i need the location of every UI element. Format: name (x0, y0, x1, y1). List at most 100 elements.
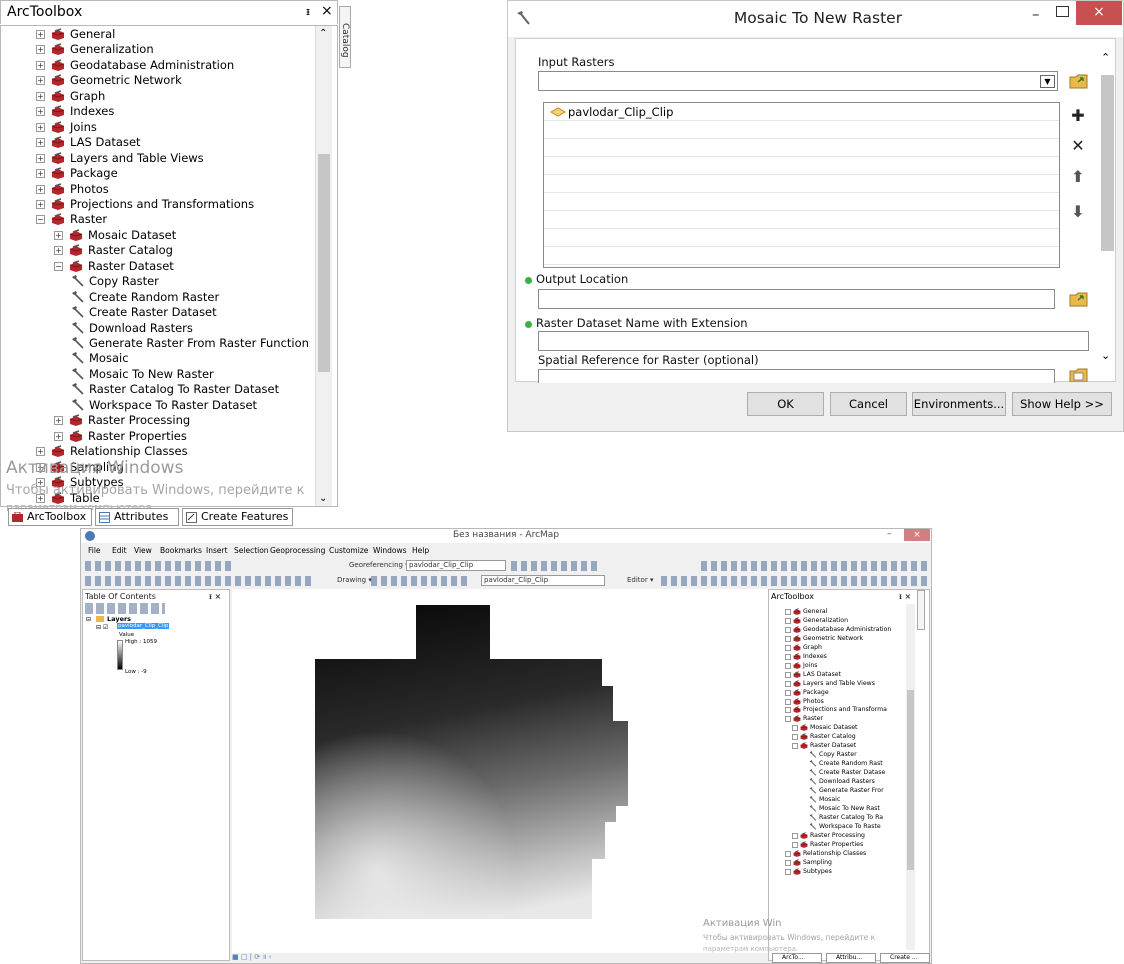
arcmap-toolbox-item[interactable]: Generate Raster Fror (769, 787, 904, 795)
scroll-down-icon[interactable]: ⌄ (319, 493, 327, 504)
arcmap-tab-create-features[interactable]: Create ... (880, 953, 930, 963)
expand-icon[interactable] (785, 617, 791, 624)
ok-button[interactable]: OK (747, 392, 824, 416)
expand-icon[interactable] (785, 868, 791, 875)
layer-collapse-icon[interactable]: ⊟ ☑ (96, 624, 108, 631)
expand-icon[interactable]: + (36, 122, 45, 132)
arcmap-toolbox-item[interactable]: Mosaic To New Rast (769, 805, 904, 813)
arcmap-toolbox-scrollbar[interactable] (906, 604, 915, 950)
toolbar-buttons-2[interactable] (701, 561, 929, 571)
arcmap-toolbox-item[interactable]: Geometric Network (769, 635, 904, 643)
toolset-item[interactable]: + Geometric Network (1, 73, 316, 88)
arcmap-toolbox-item[interactable]: Raster Catalog To Ra (769, 814, 904, 822)
toolset-item[interactable]: + Raster Properties (1, 429, 316, 444)
arcmap-tab-arctoolbox[interactable]: ArcTo... (772, 953, 822, 963)
toolset-item[interactable]: + Raster Processing (1, 413, 316, 428)
toolset-item[interactable]: + Graph (1, 89, 316, 104)
raster-list-row[interactable] (544, 175, 1059, 193)
arcmap-toolbox-item[interactable]: Geodatabase Administration (769, 626, 904, 634)
menu-item[interactable]: Geoprocessing (270, 546, 325, 555)
menu-item[interactable]: Edit (112, 546, 127, 555)
raster-list-row[interactable] (544, 211, 1059, 229)
browse-folder-icon-2[interactable] (1068, 288, 1090, 310)
georef-buttons[interactable] (511, 561, 601, 571)
dialog-scroll-thumb[interactable] (1101, 75, 1114, 251)
toc-toolbar[interactable] (85, 603, 165, 614)
tab-arctoolbox[interactable]: ArcToolbox (8, 508, 92, 526)
collapse-icon[interactable]: − (36, 215, 45, 225)
tool-item[interactable]: Raster Catalog To Raster Dataset (1, 382, 316, 397)
expand-icon[interactable] (785, 635, 791, 642)
spatial-reference-icon[interactable] (1068, 366, 1090, 382)
raster-list-row[interactable] (544, 247, 1059, 265)
arcmap-catalog-side-tab[interactable] (917, 590, 925, 630)
scroll-thumb[interactable] (318, 154, 330, 372)
arcmap-toolbox-scroll-thumb[interactable] (907, 690, 914, 870)
drawing-buttons[interactable] (371, 576, 471, 586)
spatial-reference-field[interactable] (538, 369, 1055, 383)
arcmap-toolbox-item[interactable]: Graph (769, 644, 904, 652)
arcmap-toolbox-item[interactable]: General (769, 608, 904, 616)
arcmap-toolbox-controls[interactable]: ᵻ × (899, 592, 911, 601)
map-view-controls[interactable]: ■ □ | ⟳ ॥ ‹ (232, 953, 768, 963)
expand-icon[interactable]: + (36, 138, 45, 148)
toolset-item[interactable]: + Layers and Table Views (1, 151, 316, 166)
expand-icon[interactable] (785, 680, 791, 687)
arcmap-toolbox-item[interactable]: Create Random Rast (769, 760, 904, 768)
move-down-icon[interactable]: ⬇ (1068, 202, 1088, 222)
raster-list-row[interactable]: pavlodar_Clip_Clip (544, 103, 1059, 121)
arcmap-toolbox-item[interactable]: Raster Properties (769, 841, 904, 849)
toolbar-buttons[interactable] (85, 561, 235, 571)
dialog-scrollbar[interactable]: ⌃ ⌄ (1099, 45, 1115, 381)
editor-menu[interactable]: Editor ▾ (627, 576, 653, 584)
expand-icon[interactable] (785, 626, 791, 633)
toolset-item[interactable]: + Generalization (1, 42, 316, 57)
tool-item[interactable]: Generate Raster From Raster Function (1, 336, 316, 351)
arcmap-close-button[interactable]: × (904, 529, 930, 541)
arcmap-toolbox-item[interactable]: Photos (769, 698, 904, 706)
tool-item[interactable]: Workspace To Raster Dataset (1, 398, 316, 413)
toolset-item[interactable]: − Raster Dataset (1, 259, 316, 274)
scroll-down-icon-2[interactable]: ⌄ (1101, 349, 1110, 362)
tools-toolbar[interactable]: Drawing ▾ pavlodar_Clip_Clip Editor ▾ (81, 574, 931, 588)
dataset-name-field[interactable] (538, 331, 1089, 351)
toolset-item[interactable]: + Joins (1, 120, 316, 135)
expand-icon[interactable] (785, 698, 791, 705)
toolbox-scrollbar[interactable]: ⌃ ⌄ (315, 26, 332, 506)
georeferencing-menu[interactable]: Georeferencing ▾ (349, 561, 409, 569)
browse-folder-icon[interactable] (1068, 70, 1090, 92)
toc-layer-name[interactable]: pavlodar_Clip_Clip (117, 623, 170, 629)
menu-item[interactable]: View (134, 546, 152, 555)
tool-item[interactable]: Create Random Raster (1, 290, 316, 305)
expand-icon[interactable] (785, 859, 791, 866)
arcmap-toolbox-item[interactable]: Copy Raster (769, 751, 904, 759)
toolset-item[interactable]: + Photos (1, 182, 316, 197)
tab-attributes[interactable]: Attributes (95, 508, 179, 526)
expand-icon[interactable]: + (36, 199, 45, 209)
arcmap-tab-attributes[interactable]: Attribu... (826, 953, 876, 963)
environments-button[interactable]: Environments... (912, 392, 1006, 416)
expand-icon[interactable]: + (36, 447, 45, 457)
arcmap-toolbox-item[interactable]: Mosaic (769, 796, 904, 804)
dialog-close-button[interactable]: × (1076, 1, 1122, 25)
toolset-item[interactable]: + Geodatabase Administration (1, 58, 316, 73)
pin-icon[interactable]: ᵻ (306, 5, 310, 18)
expand-icon[interactable] (785, 653, 791, 660)
menu-item[interactable]: Windows (373, 546, 406, 555)
arcmap-toolbox-item[interactable]: Download Rasters (769, 778, 904, 786)
arcmap-toolbox-item[interactable]: Create Raster Datase (769, 769, 904, 777)
expand-icon[interactable]: + (54, 416, 63, 426)
expand-icon[interactable] (785, 662, 791, 669)
raster-list-row[interactable] (544, 157, 1059, 175)
toolset-item[interactable]: + Raster Catalog (1, 243, 316, 258)
arcmap-toolbox-item[interactable]: Layers and Table Views (769, 680, 904, 688)
expand-icon[interactable] (785, 609, 791, 615)
maximize-button[interactable] (1056, 6, 1069, 17)
layer-dropdown-2[interactable]: pavlodar_Clip_Clip (481, 575, 605, 586)
input-rasters-dropdown[interactable]: ▼ (538, 71, 1058, 91)
toolset-item[interactable]: + LAS Dataset (1, 135, 316, 150)
cancel-button[interactable]: Cancel (830, 392, 907, 416)
arcmap-toolbox-item[interactable]: Joins (769, 662, 904, 670)
toolset-item[interactable]: + Indexes (1, 104, 316, 119)
expand-icon[interactable] (785, 707, 791, 714)
